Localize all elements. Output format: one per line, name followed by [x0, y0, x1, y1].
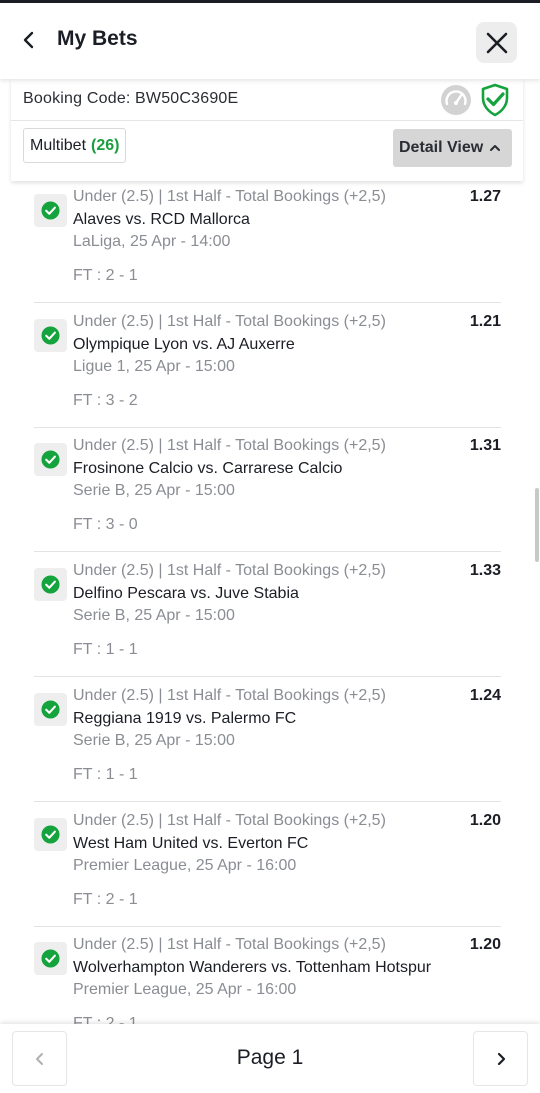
check-circle-icon — [34, 568, 67, 602]
speedometer-icon[interactable] — [440, 84, 472, 116]
bet-row[interactable]: Under (2.5) | 1st Half - Total Bookings … — [34, 303, 501, 428]
check-circle-icon — [34, 194, 67, 227]
page-indicator: Page 1 — [236, 1046, 304, 1069]
bet-league-time: Serie B, 25 Apr - 15:00 — [73, 607, 235, 625]
bet-result: FT : 3 - 0 — [73, 516, 138, 534]
bet-market: Under (2.5) | 1st Half - Total Bookings … — [73, 562, 386, 580]
detail-view-label: Detail View — [399, 139, 484, 156]
bet-summary-panel: Booking Code: BW50C3690E Multibet (26) D… — [11, 79, 523, 181]
bet-market: Under (2.5) | 1st Half - Total Bookings … — [73, 811, 386, 829]
bet-odds: 1.31 — [469, 437, 501, 455]
pagination-footer: Page 1 — [0, 1024, 540, 1093]
check-circle-icon — [34, 318, 67, 352]
bet-row[interactable]: Under (2.5) | 1st Half - Total Bookings … — [34, 926, 501, 1024]
bet-odds: 1.33 — [469, 562, 501, 580]
bet-row[interactable]: Under (2.5) | 1st Half - Total Bookings … — [34, 181, 501, 303]
bet-match: Reggiana 1919 vs. Palermo FC — [73, 709, 297, 727]
booking-code-value[interactable]: BW50C3690E — [135, 90, 238, 107]
bet-result: FT : 2 - 1 — [73, 1015, 138, 1024]
bet-league-time: Premier League, 25 Apr - 16:00 — [73, 856, 297, 874]
chevron-right-icon — [497, 1052, 505, 1065]
bet-match: Wolverhampton Wanderers vs. Tottenham Ho… — [73, 959, 432, 977]
multibet-label: Multibet — [30, 136, 87, 154]
bet-market: Under (2.5) | 1st Half - Total Bookings … — [73, 936, 386, 954]
check-circle-icon — [34, 692, 67, 726]
bet-result: FT : 2 - 1 — [73, 267, 138, 284]
booking-code-label: Booking Code: — [23, 90, 131, 107]
check-circle-icon — [34, 942, 67, 976]
check-circle-icon — [34, 817, 67, 851]
bet-league-time: Premier League, 25 Apr - 16:00 — [73, 981, 297, 999]
close-icon — [486, 32, 507, 53]
multibet-badge: Multibet (26) — [23, 128, 127, 163]
bet-league-time: Serie B, 25 Apr - 15:00 — [73, 482, 235, 500]
bet-match: West Ham United vs. Everton FC — [73, 834, 309, 852]
bet-match: Delfino Pescara vs. Juve Stabia — [73, 585, 299, 603]
chevron-up-icon — [490, 145, 501, 151]
bet-odds: 1.27 — [469, 188, 501, 205]
bet-odds: 1.20 — [469, 811, 501, 829]
bet-result: FT : 3 - 2 — [73, 391, 138, 409]
scrollbar[interactable] — [535, 488, 539, 562]
bet-odds: 1.21 — [469, 312, 501, 330]
chevron-left-icon — [23, 31, 34, 49]
bet-market: Under (2.5) | 1st Half - Total Bookings … — [73, 312, 386, 330]
bet-result: FT : 2 - 1 — [73, 890, 138, 908]
page-title: My Bets — [57, 27, 138, 50]
bet-odds: 1.24 — [469, 686, 501, 704]
bet-odds: 1.20 — [469, 936, 501, 954]
close-button[interactable] — [476, 22, 517, 63]
booking-row: Booking Code: BW50C3690E — [11, 79, 523, 121]
next-page-button[interactable] — [473, 1031, 528, 1086]
bet-market: Under (2.5) | 1st Half - Total Bookings … — [73, 437, 386, 455]
bet-list[interactable]: Under (2.5) | 1st Half - Total Bookings … — [0, 181, 540, 1024]
shield-check-icon[interactable] — [479, 83, 511, 117]
bet-match: Frosinone Calcio vs. Carrarese Calcio — [73, 460, 343, 478]
bet-market: Under (2.5) | 1st Half - Total Bookings … — [73, 188, 386, 205]
bet-match: Alaves vs. RCD Mallorca — [73, 211, 250, 228]
bet-league-time: Ligue 1, 25 Apr - 15:00 — [73, 357, 235, 375]
bet-match: Olympique Lyon vs. AJ Auxerre — [73, 335, 295, 353]
bet-result: FT : 1 - 1 — [73, 765, 138, 783]
multibet-count: (26) — [91, 136, 120, 154]
bet-result: FT : 1 - 1 — [73, 641, 138, 659]
header: My Bets — [0, 3, 540, 79]
bet-row[interactable]: Under (2.5) | 1st Half - Total Bookings … — [34, 802, 501, 927]
bet-league-time: LaLiga, 25 Apr - 14:00 — [73, 233, 231, 250]
bet-market: Under (2.5) | 1st Half - Total Bookings … — [73, 686, 386, 704]
bet-row[interactable]: Under (2.5) | 1st Half - Total Bookings … — [34, 552, 501, 678]
back-button[interactable] — [12, 23, 46, 57]
booking-code: Booking Code: BW50C3690E — [23, 90, 238, 108]
bet-row[interactable]: Under (2.5) | 1st Half - Total Bookings … — [34, 427, 501, 553]
bet-league-time: Serie B, 25 Apr - 15:00 — [73, 731, 235, 749]
detail-view-button[interactable]: Detail View — [393, 129, 512, 167]
bet-row[interactable]: Under (2.5) | 1st Half - Total Bookings … — [34, 677, 501, 802]
check-circle-icon — [34, 443, 67, 477]
